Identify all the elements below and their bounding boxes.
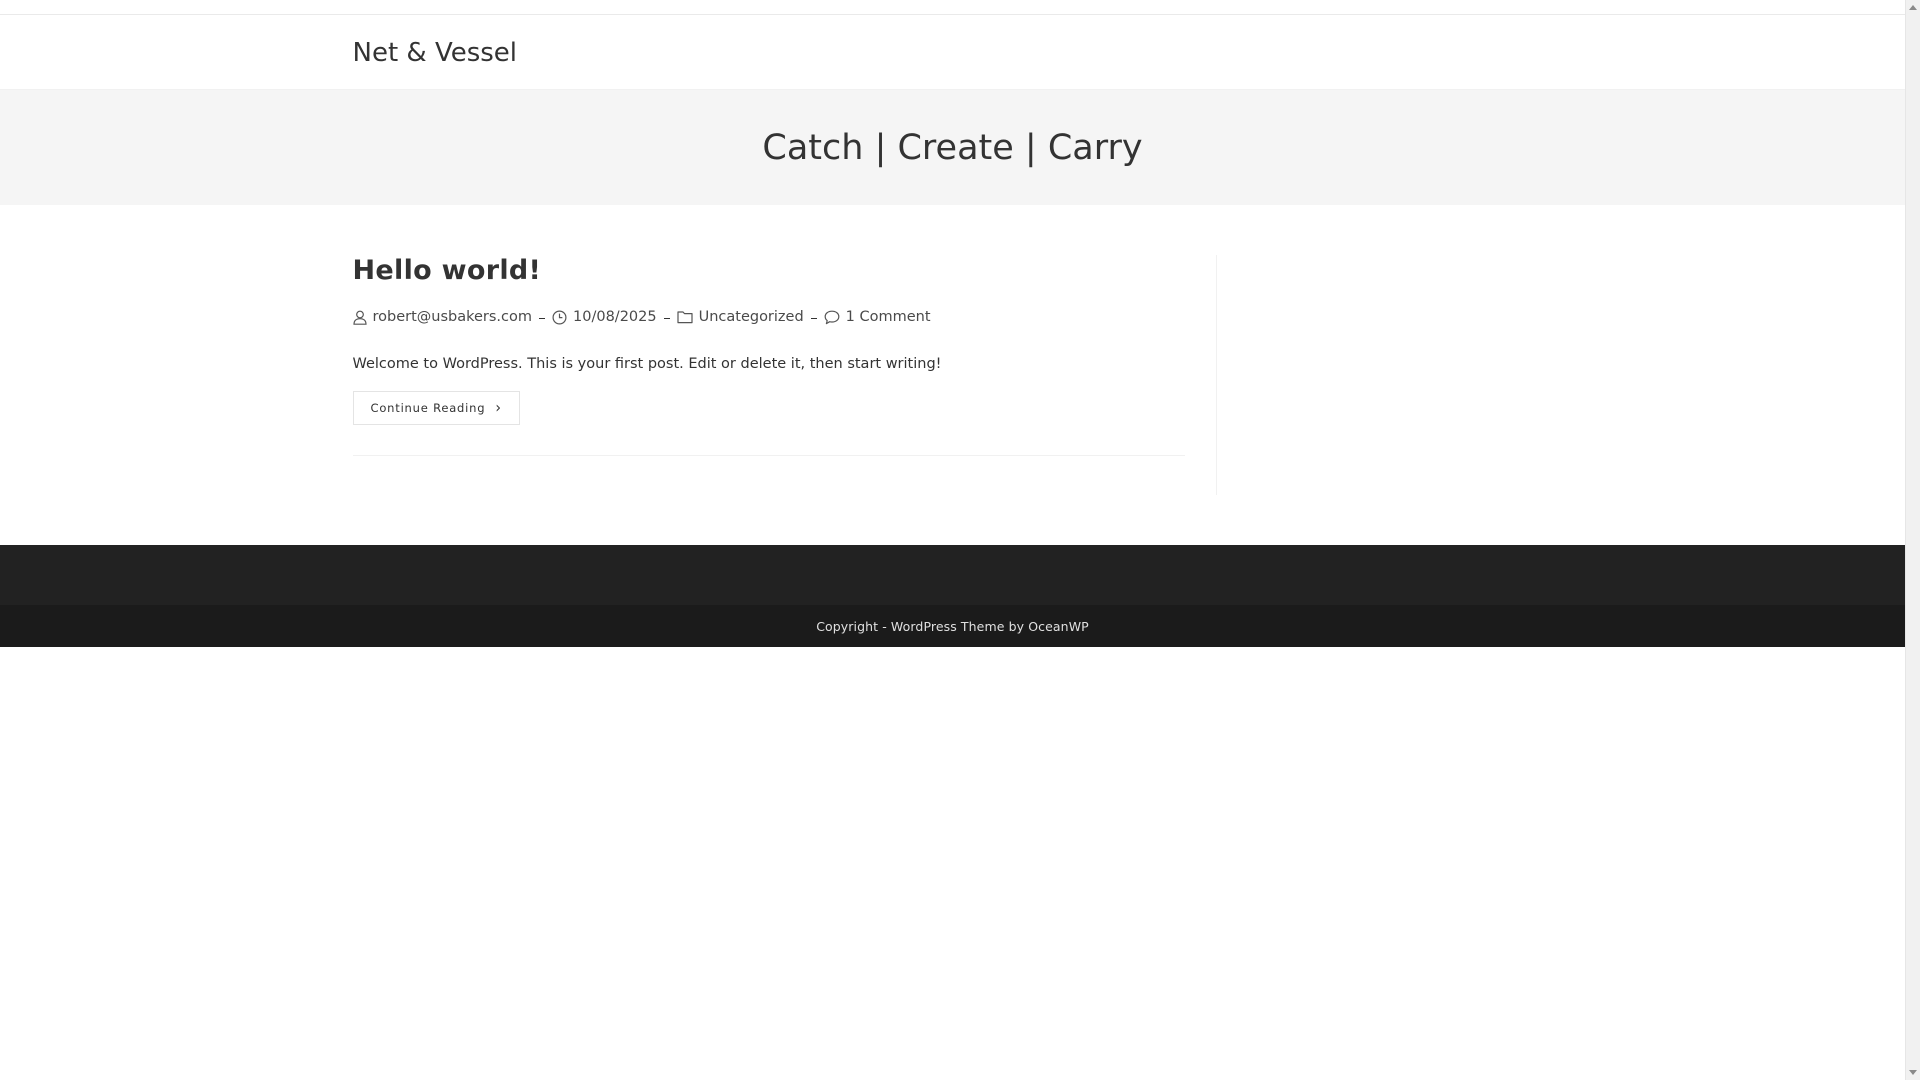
date-text: 10/08/2025 bbox=[573, 309, 657, 326]
meta-category: Uncategorized bbox=[676, 309, 804, 325]
header-container: Net & Vessel bbox=[353, 36, 1553, 68]
vertical-scrollbar[interactable] bbox=[1905, 0, 1920, 1080]
post-title[interactable]: Hello world! bbox=[353, 255, 1185, 287]
user-icon bbox=[352, 310, 367, 325]
site-logo-link[interactable]: Net & Vessel bbox=[353, 36, 518, 68]
scroll-down-arrow-icon[interactable] bbox=[1909, 1070, 1917, 1075]
continue-reading-button[interactable]: Continue Reading › bbox=[352, 390, 520, 425]
footer-bottom: Copyright - WordPress Theme by OceanWP bbox=[0, 605, 1905, 647]
content-wrap: Hello world! robert@usbakers.com 10/08/2… bbox=[352, 205, 1553, 545]
page: Net & Vessel Catch | Create | Carry Hell… bbox=[0, 0, 1905, 647]
site-header: Net & Vessel bbox=[0, 15, 1905, 90]
post-entry: Hello world! robert@usbakers.com 10/08/2… bbox=[352, 255, 1185, 456]
top-strip bbox=[0, 0, 1905, 15]
page-header: Catch | Create | Carry bbox=[0, 90, 1905, 205]
continue-reading-label: Continue Reading bbox=[370, 400, 486, 415]
copyright-text: Copyright - WordPress Theme by OceanWP bbox=[816, 618, 1089, 634]
meta-comments: 1 Comment bbox=[824, 309, 931, 325]
post-title-link[interactable]: Hello world! bbox=[353, 255, 542, 286]
clock-icon bbox=[552, 310, 567, 325]
meta-date: 10/08/2025 bbox=[552, 309, 657, 325]
sidebar bbox=[1217, 255, 1553, 495]
category-link[interactable]: Uncategorized bbox=[699, 309, 804, 325]
author-link[interactable]: robert@usbakers.com bbox=[373, 309, 533, 325]
post-excerpt: Welcome to WordPress. This is your first… bbox=[352, 356, 942, 373]
meta-separator bbox=[810, 317, 817, 319]
footer-widgets bbox=[0, 545, 1905, 605]
post-meta: robert@usbakers.com 10/08/2025 Uncategor… bbox=[352, 309, 1185, 325]
comment-icon bbox=[824, 310, 840, 325]
scroll-up-arrow-icon[interactable] bbox=[1909, 5, 1917, 10]
page-title: Catch | Create | Carry bbox=[762, 127, 1143, 168]
site-footer: Copyright - WordPress Theme by OceanWP bbox=[0, 545, 1905, 647]
folder-icon bbox=[676, 311, 693, 324]
comments-link[interactable]: 1 Comment bbox=[846, 309, 931, 325]
chevron-right-icon: › bbox=[495, 398, 502, 417]
meta-separator bbox=[663, 317, 670, 319]
meta-author: robert@usbakers.com bbox=[352, 309, 533, 325]
primary-content: Hello world! robert@usbakers.com 10/08/2… bbox=[352, 255, 1217, 495]
meta-separator bbox=[539, 317, 546, 319]
